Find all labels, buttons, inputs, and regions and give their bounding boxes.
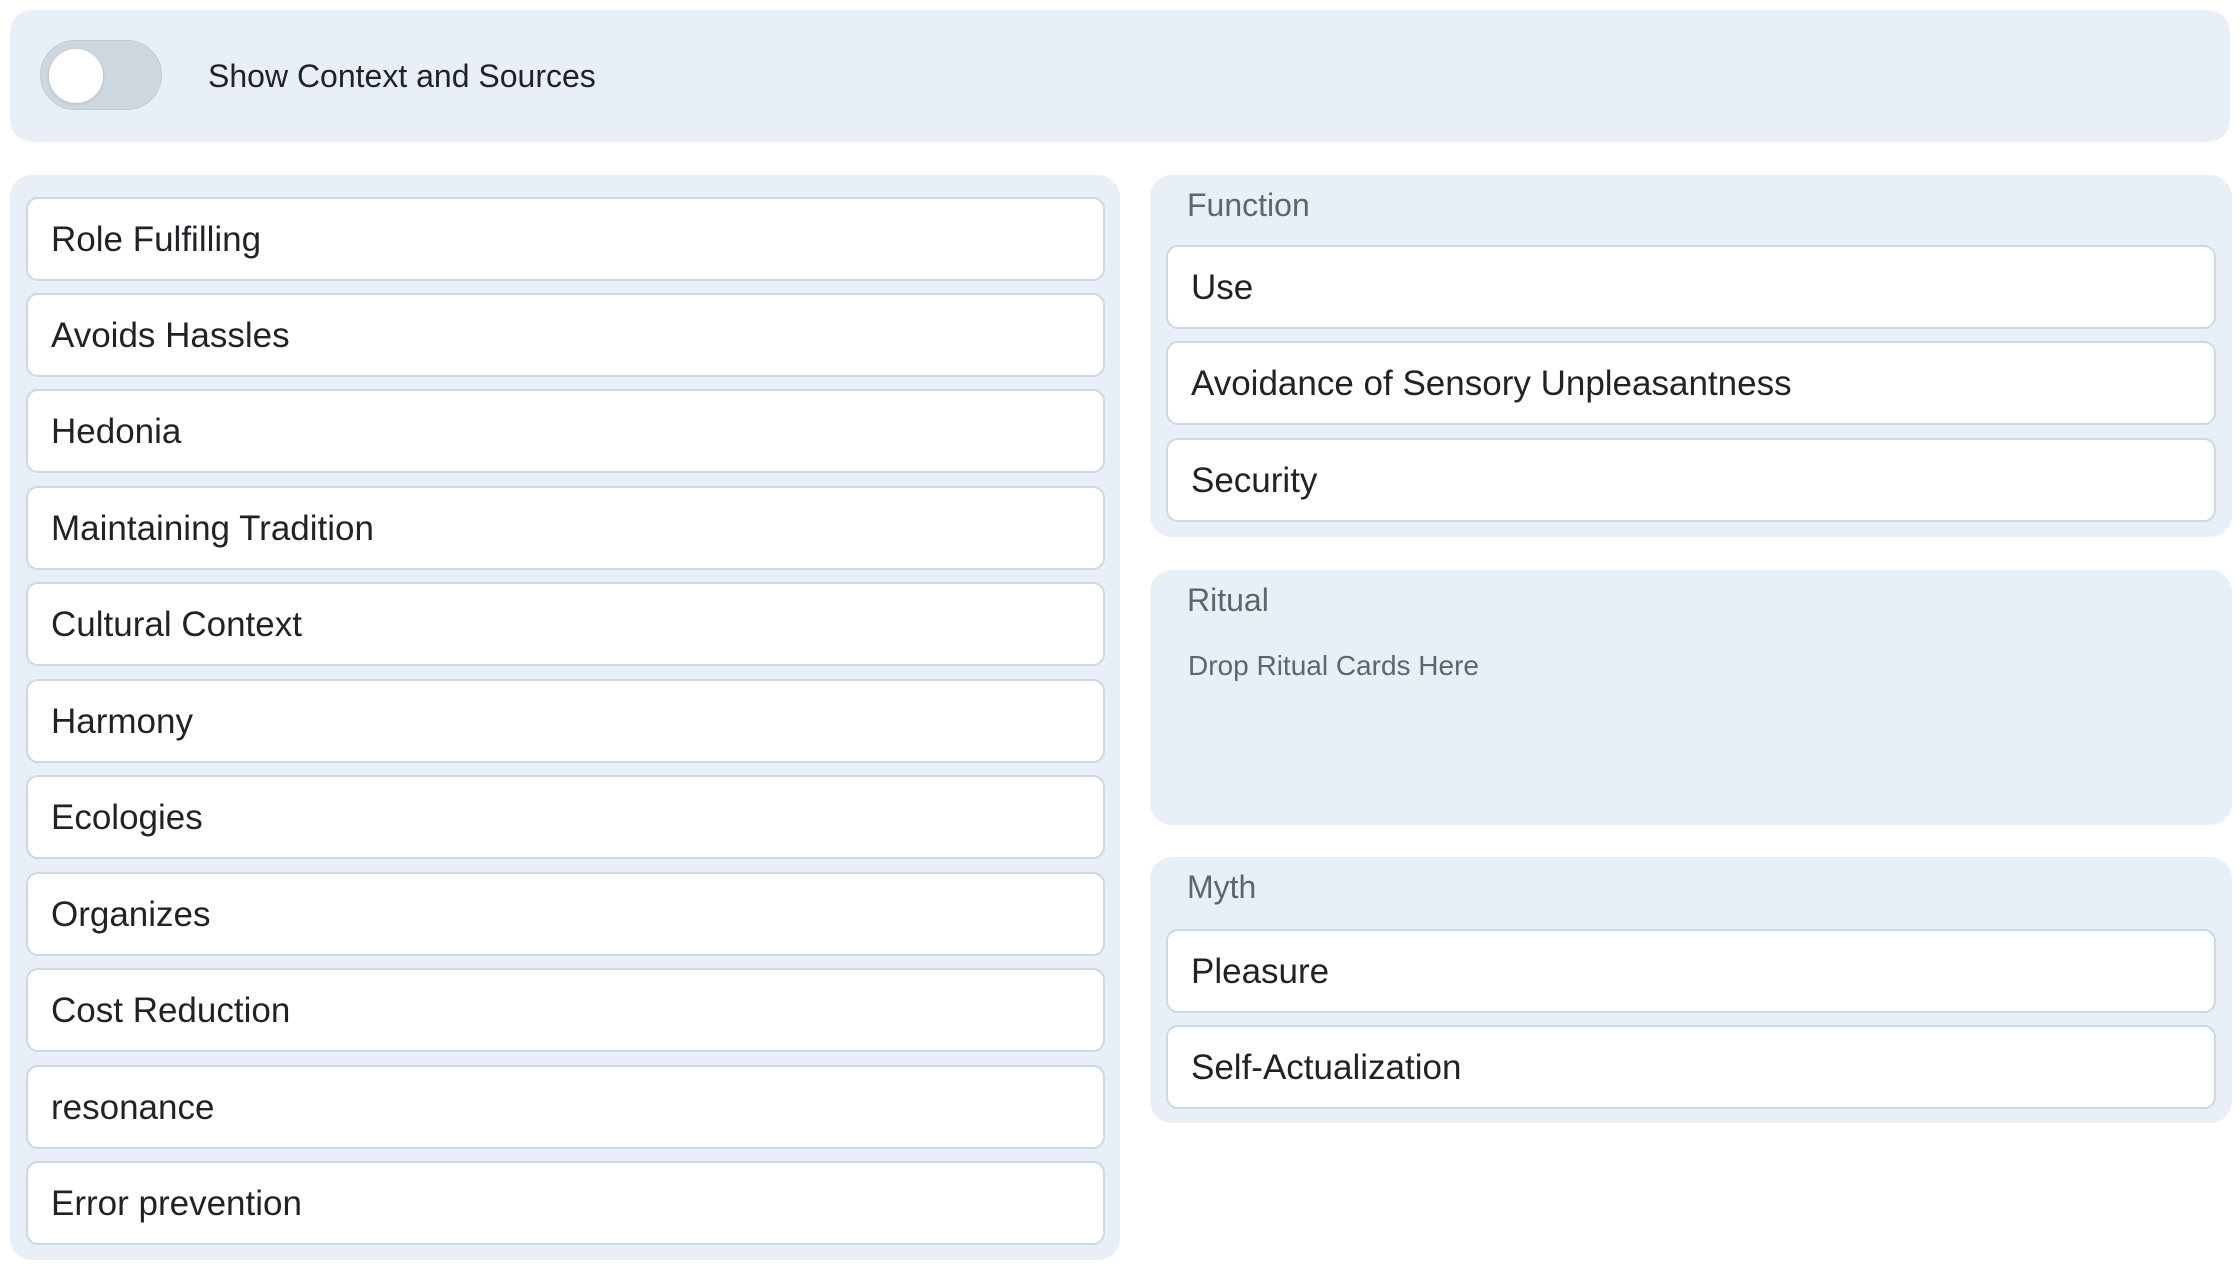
card-harmony[interactable]: Harmony (26, 679, 1105, 763)
show-context-label: Show Context and Sources (208, 58, 596, 94)
context-toggle-bar: Show Context and Sources (10, 10, 2230, 142)
card-ecologies[interactable]: Ecologies (26, 775, 1105, 859)
card-error-prevention[interactable]: Error prevention (26, 1161, 1105, 1245)
card-maintaining-tradition[interactable]: Maintaining Tradition (26, 486, 1105, 570)
function-zone-title: Function (1187, 187, 1310, 223)
myth-drop-zone[interactable]: Myth Pleasure Self-Actualization (1150, 857, 2232, 1123)
toggle-knob (49, 49, 103, 103)
show-context-toggle[interactable] (40, 40, 162, 110)
card-hedonia[interactable]: Hedonia (26, 389, 1105, 473)
card-cost-reduction[interactable]: Cost Reduction (26, 968, 1105, 1052)
card-avoids-hassles[interactable]: Avoids Hassles (26, 293, 1105, 377)
myth-zone-title: Myth (1187, 869, 1257, 905)
card-role-fulfilling[interactable]: Role Fulfilling (26, 197, 1105, 281)
card-self-actualization[interactable]: Self-Actualization (1166, 1025, 2216, 1109)
ritual-zone-title: Ritual (1187, 582, 1269, 618)
function-drop-zone[interactable]: Function Use Avoidance of Sensory Unplea… (1150, 175, 2232, 537)
card-use[interactable]: Use (1166, 245, 2216, 329)
ritual-drop-zone[interactable]: Ritual Drop Ritual Cards Here (1150, 570, 2232, 825)
card-cultural-context[interactable]: Cultural Context (26, 582, 1105, 666)
card-resonance[interactable]: resonance (26, 1065, 1105, 1149)
card-pleasure[interactable]: Pleasure (1166, 929, 2216, 1013)
card-organizes[interactable]: Organizes (26, 872, 1105, 956)
ritual-drop-placeholder: Drop Ritual Cards Here (1188, 650, 1479, 681)
card-avoidance-sensory-unpleasantness[interactable]: Avoidance of Sensory Unpleasantness (1166, 341, 2216, 425)
card-security[interactable]: Security (1166, 438, 2216, 522)
card-pool: Role Fulfilling Avoids Hassles Hedonia M… (10, 175, 1120, 1260)
